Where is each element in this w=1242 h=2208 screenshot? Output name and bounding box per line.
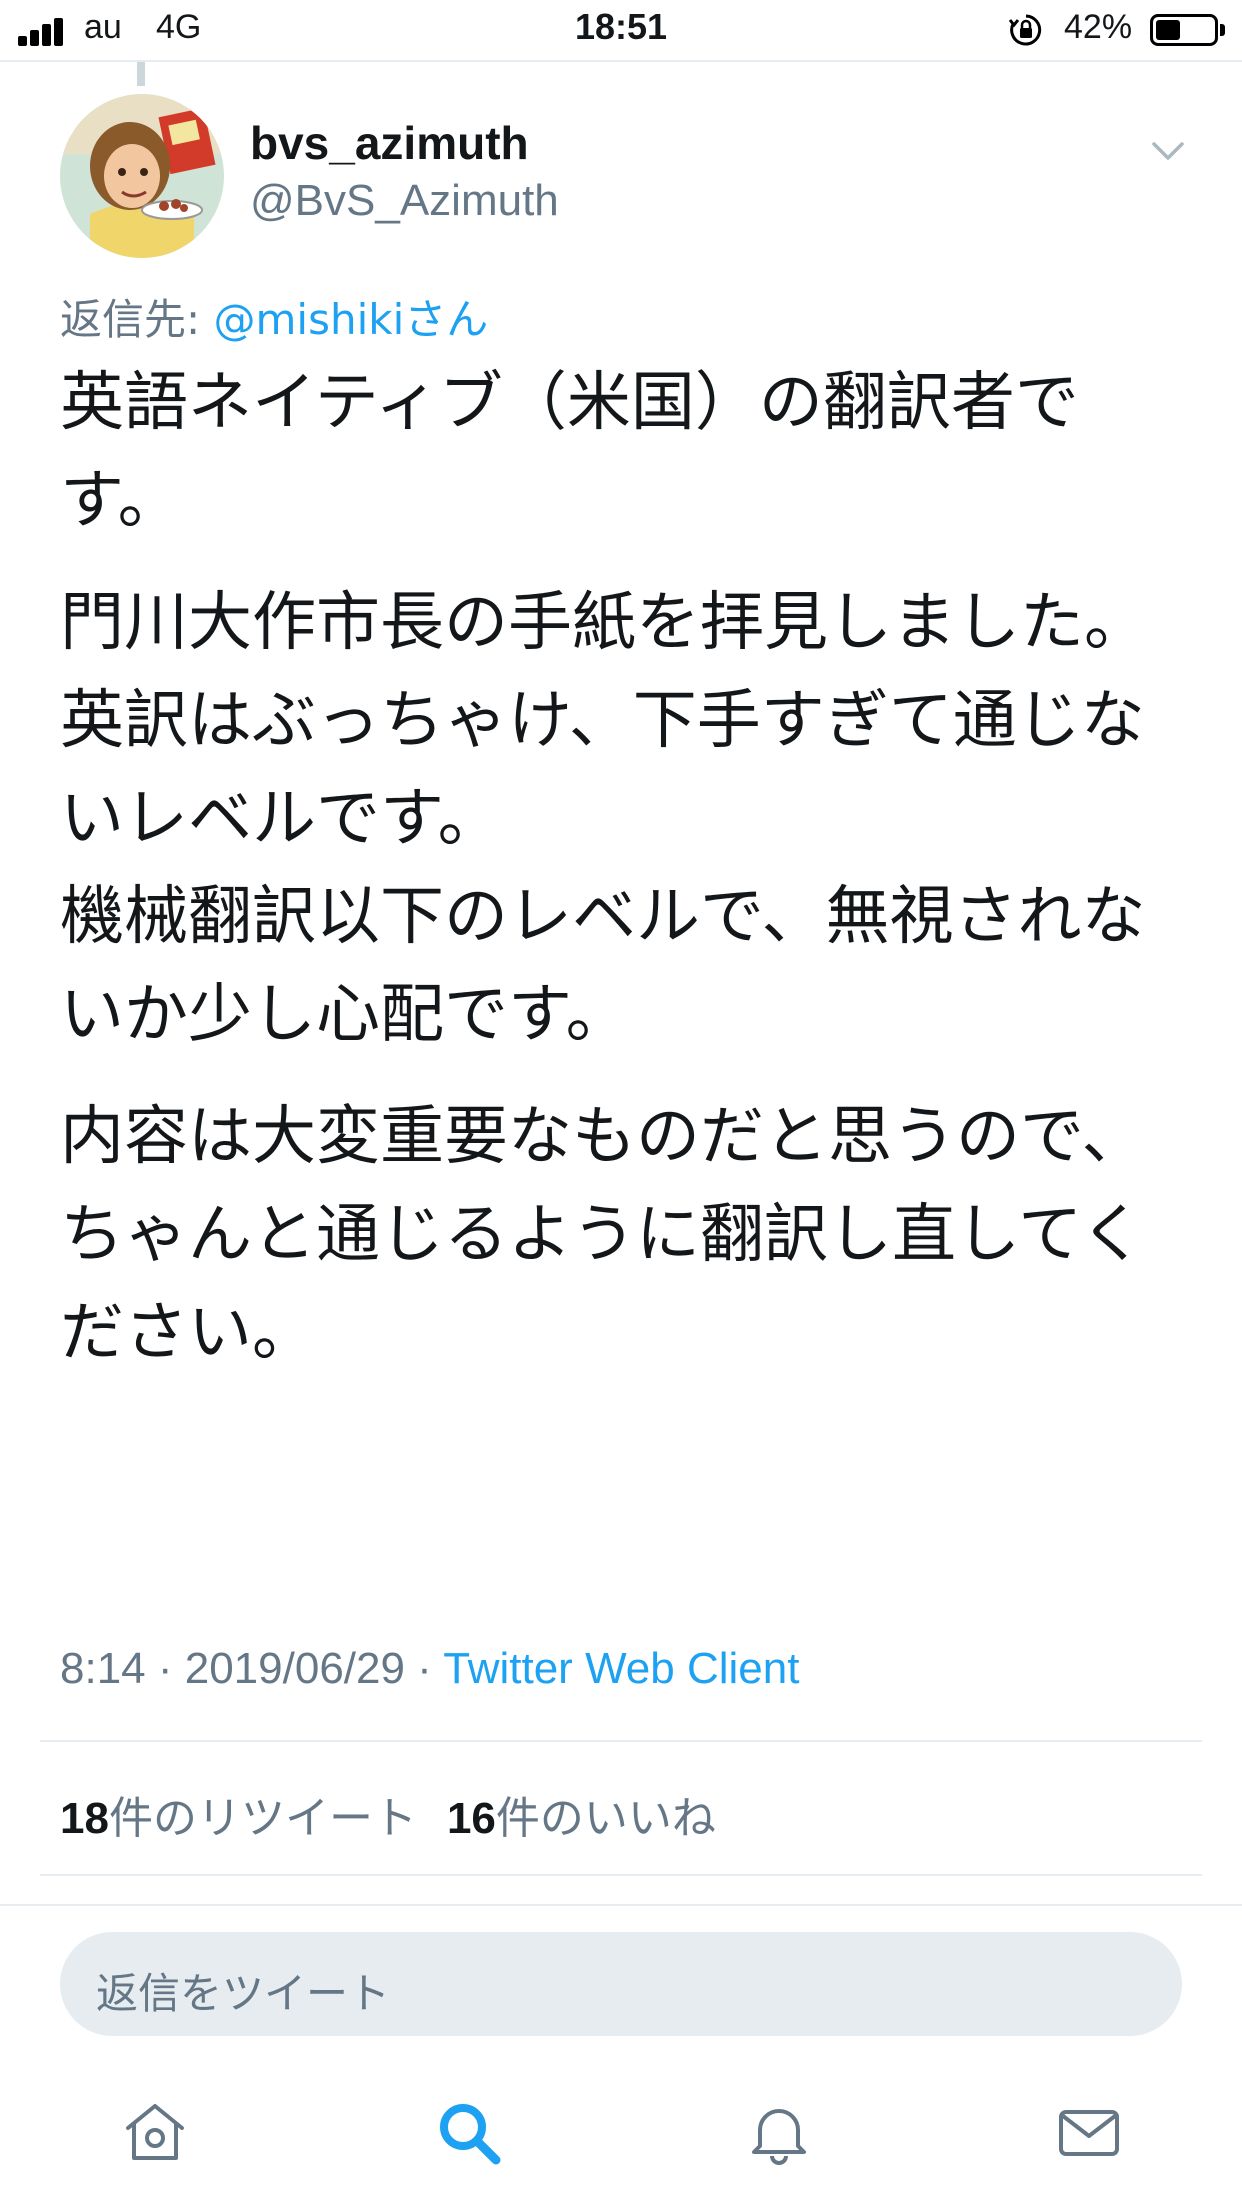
tweet-timestamp: 8:14 · 2019/06/29 · (60, 1644, 444, 1693)
retweets-stat[interactable]: 18件のリツイート (60, 1793, 417, 1844)
likes-stat[interactable]: 16件のいいね (447, 1793, 716, 1844)
display-name[interactable]: bvs_azimuth (250, 116, 529, 170)
divider (40, 1874, 1202, 1876)
reply-to-prefix: 返信先: (60, 295, 214, 344)
tweet-meta: 8:14 · 2019/06/29 · Twitter Web Client (60, 1644, 799, 1694)
battery-tip (1220, 24, 1225, 36)
notifications-icon[interactable] (746, 2100, 812, 2166)
orientation-lock-icon (1008, 14, 1042, 46)
tweet-paragraph: 英語ネイティブ（米国）の翻訳者です。 (60, 366, 1079, 538)
avatar-illustration (60, 94, 224, 258)
divider (40, 1740, 1202, 1742)
reply-mention-link[interactable]: @mishikiさん (214, 295, 489, 344)
like-label: 件のいいね (495, 1793, 716, 1844)
like-count: 16 (446, 1794, 496, 1843)
status-time: 18:51 (574, 6, 668, 47)
status-divider (0, 60, 1242, 62)
reply-to-line: 返信先: @mishikiさん (60, 286, 488, 347)
engagement-stats: 18件のリツイート 16件のいいね (60, 1782, 716, 1846)
tweet-text: 英語ネイティブ（米国）の翻訳者です。 門川大作市長の手紙を拝見しました。 英訳は… (60, 354, 1200, 1406)
retweet-count: 18 (60, 1794, 109, 1843)
battery-icon (1150, 14, 1218, 46)
avatar[interactable] (60, 94, 224, 258)
battery-percent: 42% (1064, 8, 1133, 46)
chevron-down-icon[interactable] (1148, 130, 1188, 170)
home-icon[interactable] (122, 2100, 188, 2166)
retweet-label: 件のリツイート (108, 1793, 417, 1844)
client-link[interactable]: Twitter Web Client (443, 1644, 799, 1693)
messages-icon[interactable] (1056, 2100, 1122, 2166)
thread-connector (137, 62, 145, 86)
tweet-paragraph: 内容は大変重要なものだと思うので、 ちゃんと通じるように翻訳し直してください。 (60, 1100, 1146, 1370)
reply-input[interactable]: 返信をツイート (60, 1932, 1182, 2036)
reply-placeholder: 返信をツイート (96, 1969, 391, 2018)
divider (0, 1904, 1242, 1906)
search-icon[interactable] (436, 2100, 502, 2166)
status-bar: au 4G 18:51 42% (0, 0, 1242, 60)
user-handle[interactable]: @BvS_Azimuth (250, 176, 559, 226)
tweet-paragraph: 門川大作市長の手紙を拝見しました。 英訳はぶっちゃけ、下手すぎて通じないレベルで… (60, 586, 1148, 1052)
